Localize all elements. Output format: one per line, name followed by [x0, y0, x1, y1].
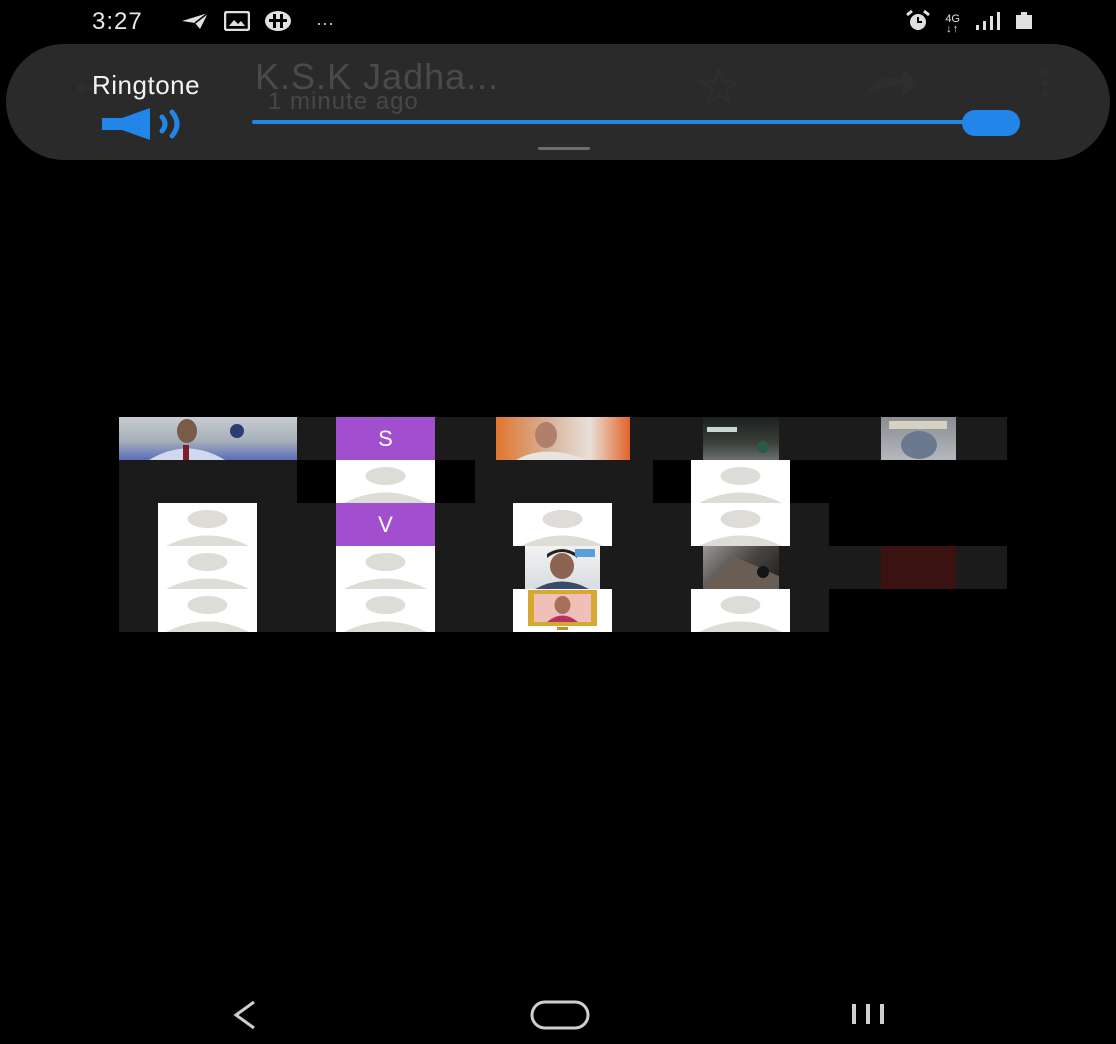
- back-icon[interactable]: [228, 998, 262, 1037]
- grid-row-bg: [119, 460, 297, 503]
- battery-icon: [1014, 11, 1034, 36]
- app-icon: [264, 10, 292, 37]
- participant-video-tile[interactable]: [513, 589, 612, 632]
- participant-video-tile[interactable]: [881, 417, 956, 460]
- volume-slider-thumb[interactable]: [962, 110, 1020, 136]
- telegram-icon: [180, 11, 210, 36]
- participant-video-tile[interactable]: [703, 546, 779, 589]
- status-more: ···: [316, 13, 334, 33]
- participant-avatar-tile[interactable]: [336, 546, 435, 589]
- meeting-participant-grid: S V: [119, 417, 1007, 632]
- recents-icon[interactable]: [848, 1000, 888, 1033]
- participant-initial: V: [378, 511, 393, 537]
- volume-slider-track[interactable]: [252, 120, 992, 124]
- participant-avatar-tile[interactable]: [691, 589, 790, 632]
- alarm-icon: [905, 9, 931, 37]
- status-bar: 3:27 ··· 4G ↓↑: [0, 0, 1116, 44]
- participant-avatar-tile[interactable]: [336, 460, 435, 503]
- participant-video-tile[interactable]: [703, 417, 779, 460]
- volume-stream-label: Ringtone: [92, 70, 201, 100]
- status-notification-icons: ···: [180, 10, 334, 37]
- status-system-icons: 4G ↓↑: [905, 9, 1034, 37]
- participant-initial-tile[interactable]: V: [336, 503, 435, 546]
- participant-initial-tile[interactable]: S: [336, 417, 435, 460]
- participant-video-tile[interactable]: [496, 417, 630, 460]
- participant-avatar-tile[interactable]: [513, 503, 612, 546]
- participant-video-tile[interactable]: [119, 417, 297, 460]
- network-4g-icon: 4G ↓↑: [945, 12, 960, 35]
- gallery-icon: [223, 10, 251, 36]
- navigation-bar: [0, 960, 1116, 1044]
- participant-avatar-tile[interactable]: [691, 503, 790, 546]
- volume-panel[interactable]: [6, 44, 1110, 160]
- participant-video-tile[interactable]: [881, 546, 956, 589]
- participant-avatar-tile[interactable]: [158, 503, 257, 546]
- volume-panel-expand-handle[interactable]: [538, 147, 590, 150]
- participant-video-tile[interactable]: [525, 546, 600, 589]
- signal-icon: [974, 11, 1000, 36]
- status-time: 3:27: [92, 8, 143, 35]
- participant-avatar-tile[interactable]: [336, 589, 435, 632]
- speaker-icon[interactable]: [100, 106, 196, 142]
- participant-avatar-tile[interactable]: [158, 546, 257, 589]
- participant-avatar-tile[interactable]: [158, 589, 257, 632]
- participant-initial: S: [378, 425, 393, 451]
- home-icon[interactable]: [530, 1000, 590, 1035]
- grid-row-bg: [475, 460, 653, 503]
- participant-avatar-tile[interactable]: [691, 460, 790, 503]
